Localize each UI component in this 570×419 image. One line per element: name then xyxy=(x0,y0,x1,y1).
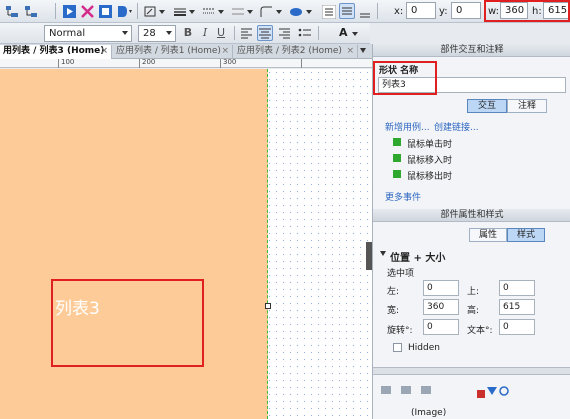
x-label: x: xyxy=(394,6,404,17)
align-left-icon[interactable] xyxy=(238,25,254,41)
generate-icon[interactable] xyxy=(115,3,133,19)
italic-button[interactable]: I xyxy=(198,25,212,41)
font-color-button[interactable]: A xyxy=(336,25,360,41)
line-pattern-icon[interactable] xyxy=(200,3,226,19)
event-item[interactable]: 鼠标单击时 xyxy=(407,137,452,150)
ruler-mark: 100 xyxy=(61,58,75,66)
text-rotate-label: 文本°: xyxy=(467,326,493,336)
width-input-panel[interactable]: 360 xyxy=(423,299,459,315)
top-label: 上: xyxy=(467,287,480,297)
close-icon[interactable]: × xyxy=(100,45,108,58)
page-tabs: 用列表 / 列表3 (Home) × 应用列表 / 列表1 (Home) × 应… xyxy=(0,44,372,59)
height-label: 高: xyxy=(467,306,480,316)
tab-list3[interactable]: 用列表 / 列表3 (Home) × xyxy=(0,45,112,59)
shape-fill-icon[interactable] xyxy=(287,3,315,19)
resize-handle[interactable] xyxy=(265,303,271,309)
connector-icon[interactable] xyxy=(22,3,38,19)
font-color-glyph: A xyxy=(339,26,348,39)
tab-list1[interactable]: 应用列表 / 列表1 (Home) × xyxy=(113,45,233,59)
tab-list2[interactable]: 应用列表 / 列表2 (Home) × xyxy=(234,45,358,59)
create-link-link[interactable]: 创建链接... xyxy=(434,120,479,133)
shape-label: 列表3 xyxy=(55,299,100,319)
font-style-value: Normal xyxy=(49,28,86,39)
properties-header: 部件属性和样式 xyxy=(373,209,570,222)
outline-toolbar xyxy=(373,376,570,404)
text-rotate-input[interactable]: 0 xyxy=(499,319,535,335)
name-highlight-box xyxy=(373,61,437,95)
y-label: y: xyxy=(439,6,448,17)
section-title: 位置 + 大小 xyxy=(390,253,446,264)
bold-button[interactable]: B xyxy=(181,25,195,41)
outline-divider xyxy=(373,367,570,375)
hidden-checkbox[interactable] xyxy=(393,343,402,352)
y-input[interactable]: 0 xyxy=(451,2,481,19)
new-case-link[interactable]: 新增用例... xyxy=(385,120,430,133)
font-style-dropdown[interactable]: Normal xyxy=(44,25,132,42)
tab-label: 应用列表 / 列表2 (Home) xyxy=(237,46,342,56)
align-icon[interactable] xyxy=(3,3,19,19)
tab-properties[interactable]: 属性 xyxy=(469,228,507,242)
text-align-left-icon[interactable] xyxy=(320,3,336,19)
cursor-event-icon xyxy=(393,138,401,146)
more-events-link[interactable]: 更多事件 xyxy=(385,190,421,203)
publish-icon[interactable] xyxy=(97,3,112,19)
text-align-justify-icon[interactable] xyxy=(339,3,355,19)
top-input[interactable]: 0 xyxy=(499,280,535,296)
collapse-icon[interactable] xyxy=(380,251,386,256)
interaction-header: 部件交互和注释 xyxy=(373,44,570,57)
preview-icon[interactable] xyxy=(61,3,76,19)
corner-icon[interactable] xyxy=(258,3,284,19)
fill-color-icon[interactable] xyxy=(142,3,168,19)
text-align-bottom-icon[interactable] xyxy=(358,3,372,19)
chevron-down-icon xyxy=(166,31,172,35)
rotate-input[interactable]: 0 xyxy=(423,319,459,335)
tab-overflow-icon[interactable] xyxy=(360,48,366,53)
font-size-dropdown[interactable]: 28 xyxy=(138,25,176,42)
height-input-panel[interactable]: 615 xyxy=(499,299,535,315)
outline-item-image[interactable]: (Image) xyxy=(411,408,446,418)
tab-label: 应用列表 / 列表1 (Home) xyxy=(116,46,221,56)
x-input[interactable]: 0 xyxy=(406,2,436,19)
underline-button[interactable]: U xyxy=(214,25,228,41)
event-item[interactable]: 鼠标移出时 xyxy=(407,169,452,182)
width-label: 宽: xyxy=(387,306,400,316)
chevron-down-icon xyxy=(122,31,128,35)
align-right-icon[interactable] xyxy=(276,25,292,41)
close-icon[interactable]: × xyxy=(221,45,229,58)
arrow-style-icon[interactable] xyxy=(229,3,255,19)
font-size-value: 28 xyxy=(143,28,156,39)
event-item[interactable]: 鼠标移入时 xyxy=(407,153,452,166)
selected-label: 选中项 xyxy=(387,269,415,279)
inspector-panel: 部件交互和注释 形状 名称 列表3 交互 注释 新增用例... 创建链接... … xyxy=(372,44,570,419)
bullet-list-icon[interactable] xyxy=(296,25,312,41)
share-icon[interactable] xyxy=(79,3,94,19)
left-label: 左: xyxy=(387,287,400,297)
size-highlight-box xyxy=(484,0,570,22)
left-input[interactable]: 0 xyxy=(423,280,459,296)
ruler-mark: 200 xyxy=(142,58,156,66)
close-icon[interactable]: × xyxy=(346,45,354,58)
align-center-icon[interactable] xyxy=(257,25,273,41)
shape-label-highlight-box xyxy=(51,279,204,367)
tab-notes[interactable]: 注释 xyxy=(507,99,547,113)
tab-style[interactable]: 样式 xyxy=(507,228,545,242)
line-style-icon[interactable] xyxy=(171,3,197,19)
ruler-mark: 300 xyxy=(223,58,237,66)
tab-label: 用列表 / 列表3 (Home) xyxy=(3,46,105,56)
tab-interaction[interactable]: 交互 xyxy=(467,99,507,113)
format-toolbar: Normal 28 B I U A xyxy=(0,23,370,44)
cursor-event-icon xyxy=(393,154,401,162)
rotate-label: 旋转°: xyxy=(387,326,413,336)
cursor-event-icon xyxy=(393,170,401,178)
hidden-label: Hidden xyxy=(408,343,440,353)
horizontal-ruler: 100 200 300 xyxy=(0,58,372,68)
